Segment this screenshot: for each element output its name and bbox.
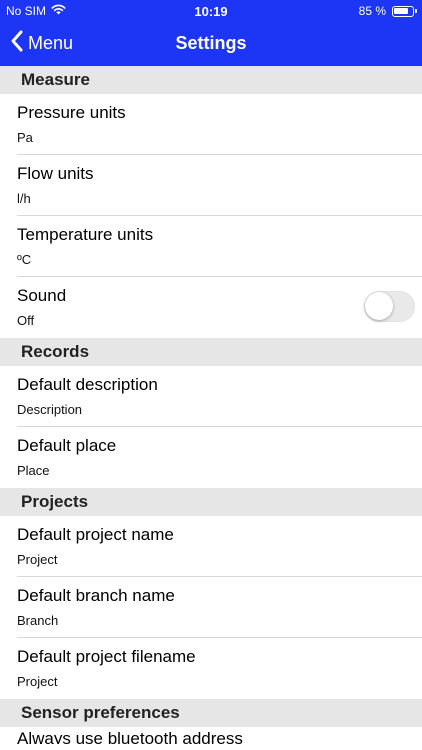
setting-flow-units[interactable]: Flow units l/h (0, 155, 422, 216)
setting-value: Description (17, 402, 83, 417)
settings-list: Measure Pressure units Pa Flow units l/h… (0, 66, 422, 744)
back-button[interactable]: Menu (10, 30, 73, 57)
setting-title: Default project name (17, 525, 174, 544)
setting-sound: Sound Off (0, 277, 422, 338)
setting-value: Off (17, 313, 35, 328)
setting-value: Project (17, 552, 58, 567)
setting-title: Default description (17, 375, 158, 394)
setting-value: Project (17, 674, 58, 689)
back-label: Menu (28, 33, 74, 53)
battery-fill (394, 7, 409, 14)
setting-default-branch-name[interactable]: Default branch name Branch (0, 577, 422, 638)
section-header-projects: Projects (0, 488, 422, 516)
setting-default-project-filename[interactable]: Default project filename Project (0, 638, 422, 699)
setting-always-use-bluetooth-address[interactable]: Always use bluetooth address (0, 727, 422, 744)
section-header-sensor-preferences: Sensor preferences (0, 699, 422, 727)
setting-default-place[interactable]: Default place Place (0, 427, 422, 488)
setting-value: Branch (17, 613, 59, 628)
battery-percent: 85 % (358, 4, 386, 18)
sound-toggle[interactable] (364, 291, 415, 322)
setting-title: Default place (17, 436, 117, 455)
section-header-records: Records (0, 338, 422, 366)
setting-default-project-name[interactable]: Default project name Project (0, 516, 422, 577)
chevron-left-icon (10, 30, 24, 57)
setting-title: Sound (17, 286, 67, 305)
setting-pressure-units[interactable]: Pressure units Pa (0, 94, 422, 155)
setting-value: l/h (17, 191, 31, 206)
navigation-bar: Menu Settings (0, 22, 422, 66)
setting-title: Default branch name (17, 586, 175, 605)
status-right: 85 % (358, 4, 417, 18)
setting-title: Temperature units (17, 225, 154, 244)
status-bar: No SIM 10:19 85 % (0, 0, 422, 22)
setting-default-description[interactable]: Default description Description (0, 366, 422, 427)
setting-title: Flow units (17, 164, 94, 183)
setting-temperature-units[interactable]: Temperature units ºC (0, 216, 422, 277)
setting-title: Always use bluetooth address (17, 729, 243, 744)
setting-value: Pa (17, 130, 33, 145)
setting-title: Default project filename (17, 647, 196, 666)
section-header-measure: Measure (0, 66, 422, 94)
setting-value: ºC (17, 252, 32, 267)
setting-value: Place (17, 463, 50, 478)
toggle-knob (365, 292, 393, 320)
setting-title: Pressure units (17, 103, 126, 122)
battery-icon (392, 5, 417, 17)
